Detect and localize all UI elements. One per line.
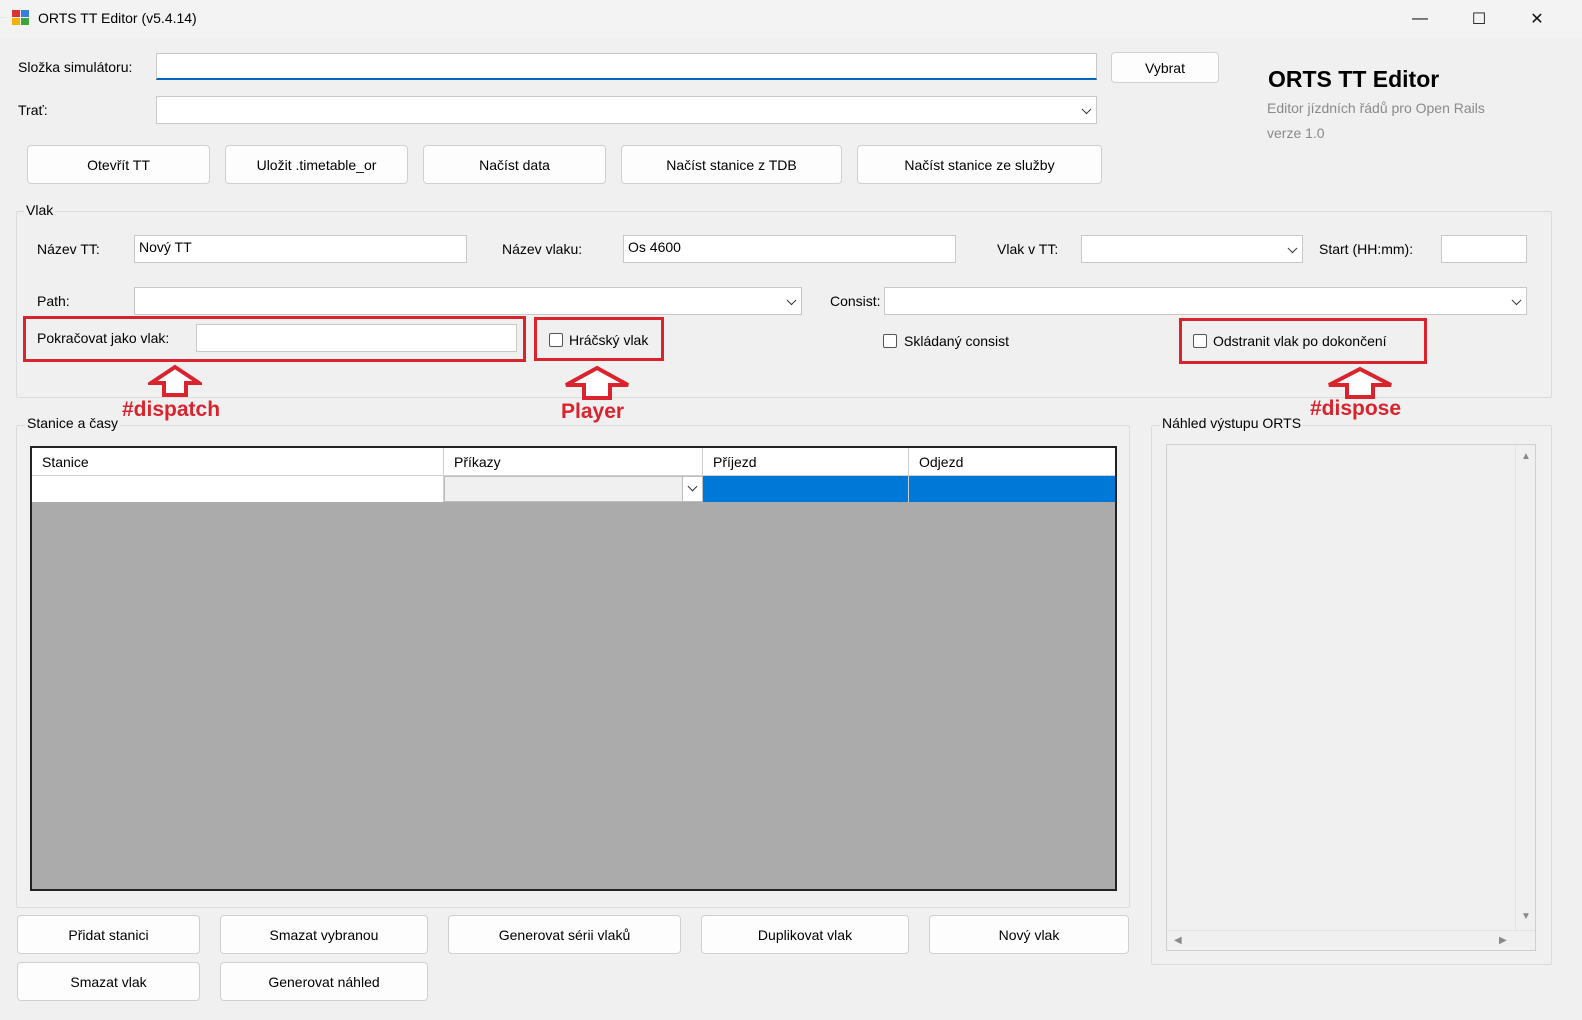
brand-subtitle: Editor jízdních řádů pro Open Rails <box>1267 100 1485 116</box>
dispose-annotation: #dispose <box>1310 397 1402 420</box>
title-bar: ORTS TT Editor (v5.4.14) — ☐ ✕ <box>0 0 1582 38</box>
start-label: Start (HH:mm): <box>1319 241 1414 257</box>
train-name-label: Název vlaku: <box>502 241 583 257</box>
stations-group-title: Stanice a časy <box>25 415 121 431</box>
new-train-button[interactable]: Nový vlak <box>929 915 1129 954</box>
path-select[interactable] <box>134 287 802 315</box>
sim-folder-label: Složka simulátoru: <box>18 59 133 75</box>
preview-output[interactable]: ▲ ▼ ◀ ▶ <box>1166 444 1536 951</box>
scroll-up-icon[interactable]: ▲ <box>1521 451 1531 462</box>
load-tdb-stations-button[interactable]: Načíst stanice z TDB <box>621 145 842 184</box>
departure-cell[interactable] <box>909 476 1115 502</box>
dispatch-annotation: #dispatch <box>122 398 221 421</box>
brand-version: verze 1.0 <box>1267 125 1325 141</box>
chevron-down-icon <box>1511 295 1522 306</box>
scroll-down-icon[interactable]: ▼ <box>1521 911 1531 922</box>
save-timetable-button[interactable]: Uložit .timetable_or <box>225 145 408 184</box>
train-name-input[interactable]: Os 4600 <box>623 235 956 263</box>
arrival-cell[interactable] <box>703 476 909 502</box>
stacked-consist-label: Skládaný consist <box>904 333 1010 349</box>
path-label: Path: <box>37 293 70 309</box>
route-select[interactable] <box>156 96 1097 124</box>
browse-button[interactable]: Vybrat <box>1111 52 1219 83</box>
tt-name-label: Název TT: <box>37 241 100 257</box>
dispatch-highlight-box <box>23 316 526 362</box>
chevron-down-icon <box>1287 243 1298 254</box>
chevron-down-icon <box>687 481 698 492</box>
horizontal-scrollbar[interactable]: ◀ ▶ <box>1167 930 1535 950</box>
player-highlight-box <box>534 317 664 361</box>
start-time-input[interactable] <box>1441 235 1527 263</box>
train-in-tt-label: Vlak v TT: <box>997 241 1059 257</box>
load-service-stations-button[interactable]: Načíst stanice ze služby <box>857 145 1102 184</box>
delete-selected-button[interactable]: Smazat vybranou <box>220 915 428 954</box>
stacked-consist-checkbox[interactable] <box>883 334 897 348</box>
consist-label: Consist: <box>830 293 881 309</box>
train-in-tt-select[interactable] <box>1081 235 1303 263</box>
column-header-departure[interactable]: Odjezd <box>909 448 1115 476</box>
window-title: ORTS TT Editor (v5.4.14) <box>38 10 197 26</box>
dispose-highlight-box <box>1179 318 1427 364</box>
dispatch-arrow-icon <box>148 364 202 397</box>
minimize-button[interactable]: — <box>1397 4 1443 34</box>
column-header-station[interactable]: Stanice <box>32 448 444 476</box>
load-data-button[interactable]: Načíst data <box>423 145 606 184</box>
close-button[interactable]: ✕ <box>1514 4 1560 34</box>
tt-name-input[interactable]: Nový TT <box>134 235 467 263</box>
duplicate-train-button[interactable]: Duplikovat vlak <box>701 915 909 954</box>
generate-series-button[interactable]: Generovat sérii vlaků <box>448 915 681 954</box>
delete-train-button[interactable]: Smazat vlak <box>17 962 200 1001</box>
brand-title: ORTS TT Editor <box>1268 66 1440 92</box>
route-label: Trať: <box>18 102 48 118</box>
train-group-title: Vlak <box>24 202 56 218</box>
player-arrow-icon <box>565 365 629 400</box>
column-header-commands[interactable]: Příkazy <box>444 448 703 476</box>
column-header-arrival[interactable]: Příjezd <box>703 448 909 476</box>
commands-cell[interactable] <box>444 476 703 502</box>
sim-folder-input[interactable] <box>156 53 1097 80</box>
consist-select[interactable] <box>884 287 1527 315</box>
generate-preview-button[interactable]: Generovat náhled <box>220 962 428 1001</box>
station-cell[interactable] <box>32 476 444 502</box>
preview-group-title: Náhled výstupu ORTS <box>1160 415 1304 431</box>
vertical-scrollbar[interactable]: ▲ ▼ <box>1515 445 1535 931</box>
add-station-button[interactable]: Přidat stanici <box>17 915 200 954</box>
player-annotation: Player <box>561 400 625 423</box>
open-tt-button[interactable]: Otevřít TT <box>27 145 210 184</box>
chevron-down-icon <box>1081 104 1092 115</box>
scroll-left-icon[interactable]: ◀ <box>1174 935 1182 946</box>
stations-table[interactable]: Stanice Příkazy Příjezd Odjezd <box>30 446 1117 891</box>
app-icon <box>12 10 30 26</box>
chevron-down-icon <box>786 295 797 306</box>
dispose-arrow-icon <box>1328 366 1392 399</box>
commands-dropdown-button[interactable] <box>682 477 702 501</box>
scroll-right-icon[interactable]: ▶ <box>1499 935 1507 946</box>
maximize-button[interactable]: ☐ <box>1456 4 1502 34</box>
